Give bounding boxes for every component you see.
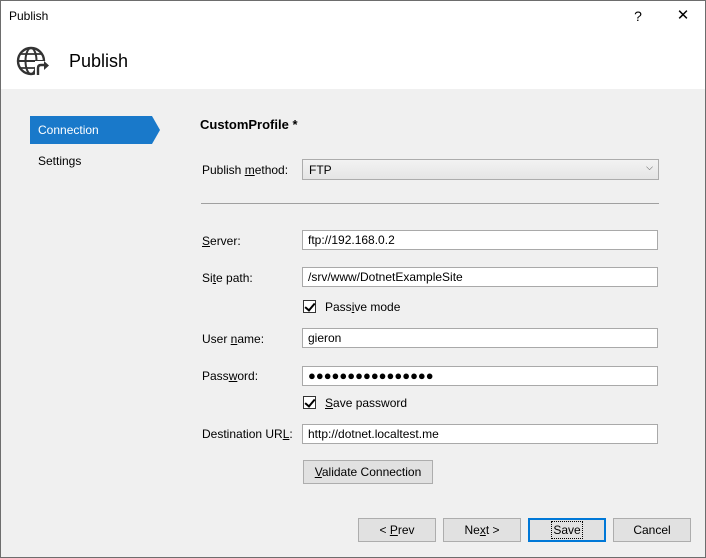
save-button[interactable]: Save [528,518,606,542]
password-label: Password: [202,369,259,383]
save-password-checkbox[interactable] [303,396,316,409]
title-bar: Publish ? ✕ [1,1,705,31]
destination-url-input[interactable]: http://dotnet.localtest.me [302,424,658,444]
save-password-label[interactable]: Save password [325,396,407,410]
header: Publish [1,31,705,89]
server-input[interactable]: ftp://192.168.0.2 [302,230,658,250]
profile-name: CustomProfile * [200,117,298,132]
password-input[interactable]: ●●●●●●●●●●●●●●●● [302,366,658,386]
sidebar-item-settings[interactable]: Settings [30,147,152,175]
divider [201,203,659,204]
site-path-input[interactable]: /srv/www/DotnetExampleSite [302,267,658,287]
publish-method-value: FTP [309,163,332,177]
validate-connection-button[interactable]: Validate Connection [303,460,433,484]
prev-button[interactable]: < Prev [358,518,436,542]
next-button[interactable]: Next > [443,518,521,542]
destination-url-label: Destination URL: [202,427,293,441]
user-name-input[interactable]: gieron [302,328,658,348]
publish-method-label: Publish method: [202,163,289,177]
site-path-label: Site path: [202,271,253,285]
passive-mode-checkbox[interactable] [303,300,316,313]
globe-publish-icon [16,45,50,80]
header-title: Publish [69,51,129,71]
user-name-label: User name: [202,332,265,346]
server-label: Server: [202,234,241,248]
help-button[interactable]: ? [618,1,658,31]
chevron-down-icon: ⌵ [646,162,653,172]
window-title: Publish [9,9,49,23]
publish-dialog: Publish ? ✕ Publish Connection Settings … [0,0,706,558]
publish-method-select[interactable]: FTP ⌵ [302,159,659,180]
sidebar-item-connection[interactable]: Connection [30,116,160,144]
close-button[interactable]: ✕ [663,1,703,31]
cancel-button[interactable]: Cancel [613,518,691,542]
passive-mode-label[interactable]: Passive mode [325,300,400,314]
